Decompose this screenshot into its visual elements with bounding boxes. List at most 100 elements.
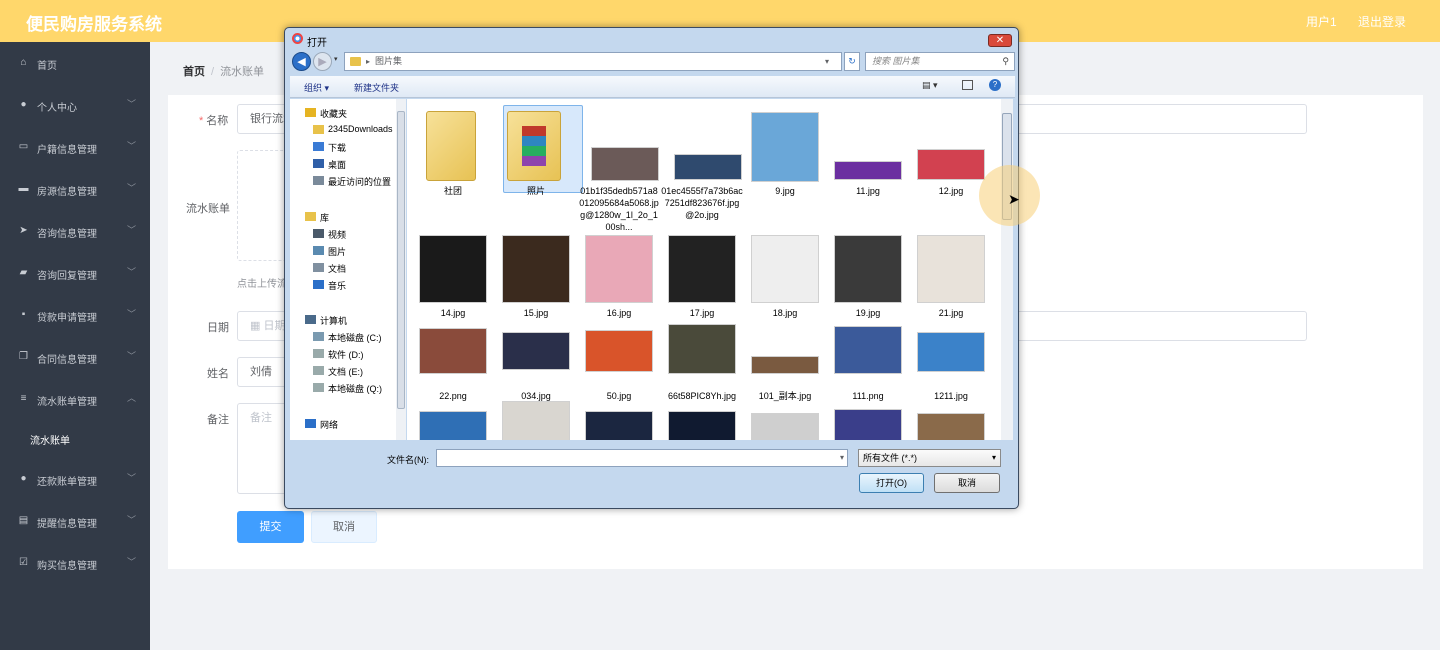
nav-item[interactable]: 2345Downloads	[313, 124, 393, 134]
filename-dropdown-icon[interactable]: ▾	[840, 453, 844, 462]
file-item[interactable]	[495, 401, 577, 440]
folder-item[interactable]: 照片	[495, 105, 577, 225]
file-item[interactable]: 01b1f35dedb571a8012095684a5068.jpg@1280w…	[578, 105, 660, 232]
sidebar-item-4[interactable]: ➤ 咨询信息管理 ﹀	[0, 210, 150, 252]
logout-link[interactable]: 退出登录	[1358, 13, 1406, 30]
nav-item[interactable]: 音乐	[313, 279, 346, 292]
sidebar-item-label: 户籍信息管理	[37, 145, 97, 156]
image-thumbnail	[834, 326, 902, 374]
cancel-button[interactable]: 取消	[311, 511, 377, 543]
sidebar-item-0[interactable]: ⌂ 首页	[0, 42, 150, 84]
file-item[interactable]	[661, 401, 743, 440]
nav-item-label: 下载	[328, 143, 347, 153]
submit-button[interactable]: 提交	[237, 511, 304, 543]
file-item[interactable]	[412, 401, 494, 440]
address-segment[interactable]: 图片集	[375, 53, 402, 70]
nav-item[interactable]: 桌面	[313, 158, 347, 171]
nav-item[interactable]: 网络	[305, 418, 338, 431]
help-icon[interactable]: ?	[989, 79, 1001, 91]
image-thumbnail	[419, 411, 487, 440]
new-folder-button[interactable]: 新建文件夹	[354, 81, 399, 94]
history-dropdown-icon[interactable]: ▾	[334, 55, 338, 63]
image-thumbnail	[502, 332, 570, 370]
sidebar-item-label: 提醒信息管理	[37, 519, 97, 530]
sidebar-item-2[interactable]: ▭ 户籍信息管理 ﹀	[0, 126, 150, 168]
file-name-label: 01b1f35dedb571a8012095684a5068.jpg@1280w…	[579, 186, 659, 232]
nav-item[interactable]: 库	[305, 211, 329, 224]
nav-item[interactable]: 视频	[313, 228, 346, 241]
refresh-icon[interactable]: ↻	[844, 52, 860, 71]
dialog-title: 打开	[307, 38, 327, 49]
image-thumbnail	[834, 161, 902, 180]
sidebar-item-9[interactable]: ● 还款账单管理 ﹀	[0, 458, 150, 500]
drive-icon	[313, 349, 324, 358]
nav-item[interactable]: 本地磁盘 (C:)	[313, 331, 382, 344]
forward-icon[interactable]: ▶	[313, 52, 332, 71]
sidebar-item-5[interactable]: ▰ 咨询回复管理 ﹀	[0, 252, 150, 294]
image-thumbnail	[751, 356, 819, 374]
image-thumbnail	[917, 413, 985, 440]
nav-item[interactable]: 下载	[313, 141, 347, 154]
breadcrumb-home[interactable]: 首页	[183, 66, 205, 78]
folder-item[interactable]: 社团	[412, 105, 494, 225]
organize-menu[interactable]: 组织 ▾	[304, 81, 329, 94]
nav-item[interactable]: 文档	[313, 262, 346, 275]
open-button[interactable]: 打开(O)	[859, 473, 924, 493]
address-dropdown-icon[interactable]: ▾	[825, 53, 829, 70]
address-row: ◀ ▶ ▾ ▸ 图片集 ▾ ↻ 搜索 图片集 ⚲	[290, 50, 1015, 72]
nav-item[interactable]: 软件 (D:)	[313, 348, 364, 361]
nav-item[interactable]: 计算机	[305, 314, 347, 327]
winrar-folder-icon	[507, 111, 561, 181]
file-item[interactable]: 11.jpg	[827, 105, 909, 225]
current-user[interactable]: 用户1	[1306, 13, 1337, 30]
image-thumbnail	[502, 235, 570, 303]
sidebar-item-1[interactable]: ● 个人中心 ﹀	[0, 84, 150, 126]
file-item[interactable]	[910, 401, 992, 440]
music-icon	[313, 280, 324, 289]
file-item[interactable]	[578, 401, 660, 440]
sidebar-item-11[interactable]: ☑ 购买信息管理 ﹀	[0, 542, 150, 584]
sidebar-item-8[interactable]: ≡ 流水账单管理 ︿	[0, 378, 150, 420]
file-item[interactable]	[744, 401, 826, 440]
filetype-dropdown-icon[interactable]: ▾	[992, 450, 996, 466]
filetype-select[interactable]: 所有文件 (*.*) ▾	[858, 449, 1001, 467]
file-item[interactable]: 9.jpg	[744, 105, 826, 225]
back-icon[interactable]: ◀	[292, 52, 311, 71]
nav-item[interactable]: 收藏夹	[305, 107, 347, 120]
dialog-cancel-button[interactable]: 取消	[934, 473, 1000, 493]
nav-item-label: 桌面	[328, 160, 347, 170]
favorites-star-icon	[305, 108, 316, 117]
navigation-pane: 收藏夹 2345Downloads 下载桌面最近访问的位置库视频图片文档音乐计算机本…	[290, 99, 406, 440]
chevron-down-icon: ﹀	[127, 183, 137, 193]
nav-item[interactable]: 文档 (E:)	[313, 365, 363, 378]
filename-label: 文件名(N):	[387, 455, 429, 465]
preview-pane-icon[interactable]	[962, 80, 973, 90]
file-list: 社团 照片 01b1f35dedb571a8012095684a5068.jpg@1…	[407, 99, 1002, 440]
nav-item[interactable]: 本地磁盘 (Q:)	[313, 382, 382, 395]
sidebar-subitem-bill[interactable]: 流水账单	[30, 432, 70, 447]
image-thumbnail	[751, 112, 819, 182]
search-icon: ⚲	[1002, 56, 1009, 66]
file-item[interactable]	[827, 401, 909, 440]
image-thumbnail	[585, 330, 653, 372]
sidebar-item-10[interactable]: ▤ 提醒信息管理 ﹀	[0, 500, 150, 542]
dialog-close-button[interactable]: ✕	[988, 34, 1012, 47]
sidebar-item-6[interactable]: ▪ 贷款申请管理 ﹀	[0, 294, 150, 336]
person-label: 姓名	[207, 368, 229, 380]
file-item[interactable]: 01ec4555f7a73b6ac7251df823676f.jpg@2o.jp…	[661, 105, 743, 225]
chevron-down-icon: ﹀	[127, 473, 137, 483]
sidebar-item-3[interactable]: ▬ 房源信息管理 ﹀	[0, 168, 150, 210]
chevron-right-icon[interactable]: ▸	[366, 53, 370, 70]
file-item[interactable]: 12.jpg	[910, 105, 992, 225]
filename-input[interactable]: ▾	[436, 449, 848, 467]
search-input[interactable]: 搜索 图片集 ⚲	[865, 52, 1015, 71]
address-bar[interactable]: ▸ 图片集 ▾	[344, 52, 842, 71]
views-icon[interactable]: ▤ ▾	[922, 80, 938, 91]
chevron-up-icon: ︿	[127, 393, 137, 403]
nav-scrollbar-thumb[interactable]	[397, 111, 405, 409]
sidebar-item-7[interactable]: ❐ 合同信息管理 ﹀	[0, 336, 150, 378]
nav-item[interactable]: 图片	[313, 245, 346, 258]
sidebar-item-label: 合同信息管理	[37, 355, 97, 366]
folder-icon	[313, 125, 324, 134]
nav-item[interactable]: 最近访问的位置	[313, 175, 391, 188]
